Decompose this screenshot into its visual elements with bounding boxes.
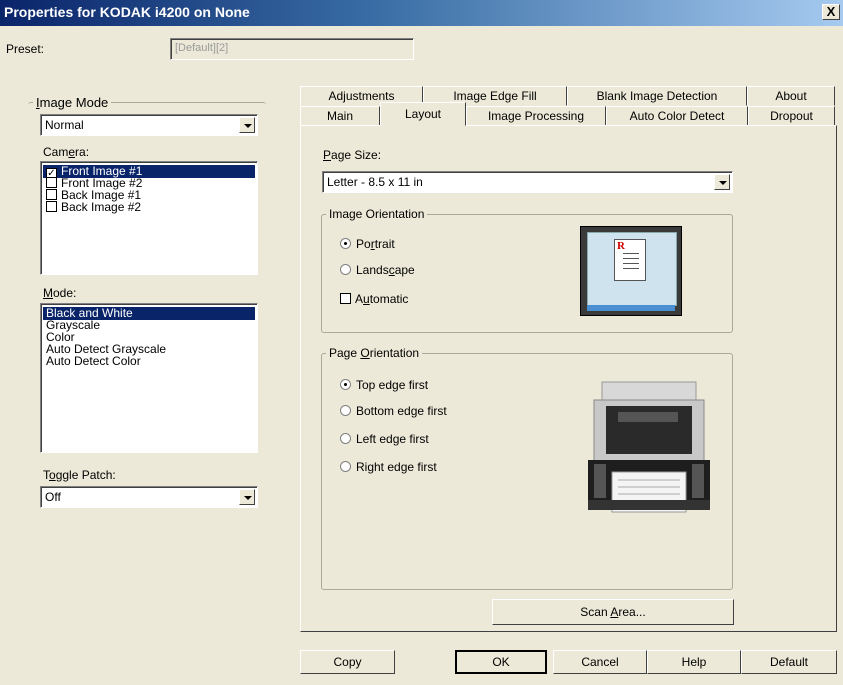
page-orientation-label: Page Orientation <box>326 346 423 360</box>
bottom-edge-first-radio[interactable]: Bottom edge first <box>340 404 447 418</box>
mode-list[interactable]: Black and White Grayscale Color Auto Detect… <box>40 303 258 453</box>
page-size-label: Page Size: <box>323 148 382 162</box>
portrait-radio[interactable]: Portrait <box>340 237 395 251</box>
copy-button[interactable]: Copy <box>300 650 395 674</box>
tab-image-processing[interactable]: Image Processing <box>466 106 606 126</box>
chevron-down-icon[interactable] <box>239 117 255 133</box>
cancel-button[interactable]: Cancel <box>553 650 647 674</box>
properties-dialog: Properties for KODAK i4200 on None X Pre… <box>0 0 843 685</box>
ok-button[interactable]: OK <box>455 650 547 674</box>
tab-blank-image-detection[interactable]: Blank Image Detection <box>567 86 747 106</box>
camera-item-label: Back Image #2 <box>61 200 142 214</box>
radio-icon <box>340 433 351 444</box>
left-edge-first-radio[interactable]: Left edge first <box>340 432 429 446</box>
title-bar[interactable]: Properties for KODAK i4200 on None X <box>0 0 843 26</box>
image-orientation-label: Image Orientation <box>326 207 428 221</box>
close-icon: X <box>826 4 836 19</box>
mode-item[interactable]: Auto Detect Color <box>43 355 255 368</box>
right-edge-first-radio[interactable]: Right edge first <box>340 460 437 474</box>
scan-area-button[interactable]: Scan Area... <box>492 599 734 625</box>
image-mode-select[interactable]: Normal <box>40 114 258 136</box>
tab-dropout[interactable]: Dropout <box>748 106 835 126</box>
tab-about[interactable]: About <box>747 86 835 106</box>
help-button[interactable]: Help <box>647 650 741 674</box>
radio-icon <box>340 379 351 390</box>
camera-list[interactable]: ✓ Front Image #1 Front Image #2 Back Image … <box>40 161 258 275</box>
scanner-image <box>584 380 714 520</box>
window-title: Properties for KODAK i4200 on None <box>4 4 250 20</box>
radio-icon <box>340 264 351 275</box>
preset-label: Preset: <box>6 42 45 56</box>
landscape-radio[interactable]: Landscape <box>340 263 415 277</box>
page-size-value: Letter - 8.5 x 11 in <box>327 175 423 189</box>
chevron-down-icon[interactable] <box>239 489 255 505</box>
default-button[interactable]: Default <box>741 650 837 674</box>
toggle-patch-select[interactable]: Off <box>40 486 258 508</box>
toggle-patch-label: Toggle Patch: <box>43 468 116 482</box>
chevron-down-icon[interactable] <box>714 174 730 190</box>
checkbox-icon[interactable] <box>46 177 57 188</box>
camera-label: Camera: <box>43 145 90 159</box>
mode-label: Mode: <box>43 286 77 300</box>
camera-item[interactable]: Back Image #2 <box>43 201 255 214</box>
automatic-checkbox[interactable]: Automatic <box>340 292 408 306</box>
radio-icon <box>340 461 351 472</box>
tab-layout[interactable]: Layout <box>380 102 466 126</box>
top-edge-first-radio[interactable]: Top edge first <box>340 378 428 392</box>
preset-value: [Default][2] <box>175 42 229 54</box>
page-size-select[interactable]: Letter - 8.5 x 11 in <box>322 171 733 193</box>
radio-icon <box>340 405 351 416</box>
image-mode-label: Image Mode <box>33 95 112 110</box>
checkbox-icon <box>340 293 351 304</box>
close-button[interactable]: X <box>822 4 840 20</box>
checkbox-icon[interactable] <box>46 201 57 212</box>
checkbox-icon[interactable] <box>46 189 57 200</box>
radio-icon <box>340 238 351 249</box>
image-mode-value: Normal <box>45 118 84 132</box>
orientation-preview-image: R <box>580 226 682 316</box>
toggle-patch-value: Off <box>45 490 61 504</box>
tab-main[interactable]: Main <box>300 106 380 126</box>
preview-letter: R <box>617 240 625 252</box>
tab-auto-color-detect[interactable]: Auto Color Detect <box>606 106 748 126</box>
preset-field[interactable]: [Default][2] <box>170 38 414 60</box>
